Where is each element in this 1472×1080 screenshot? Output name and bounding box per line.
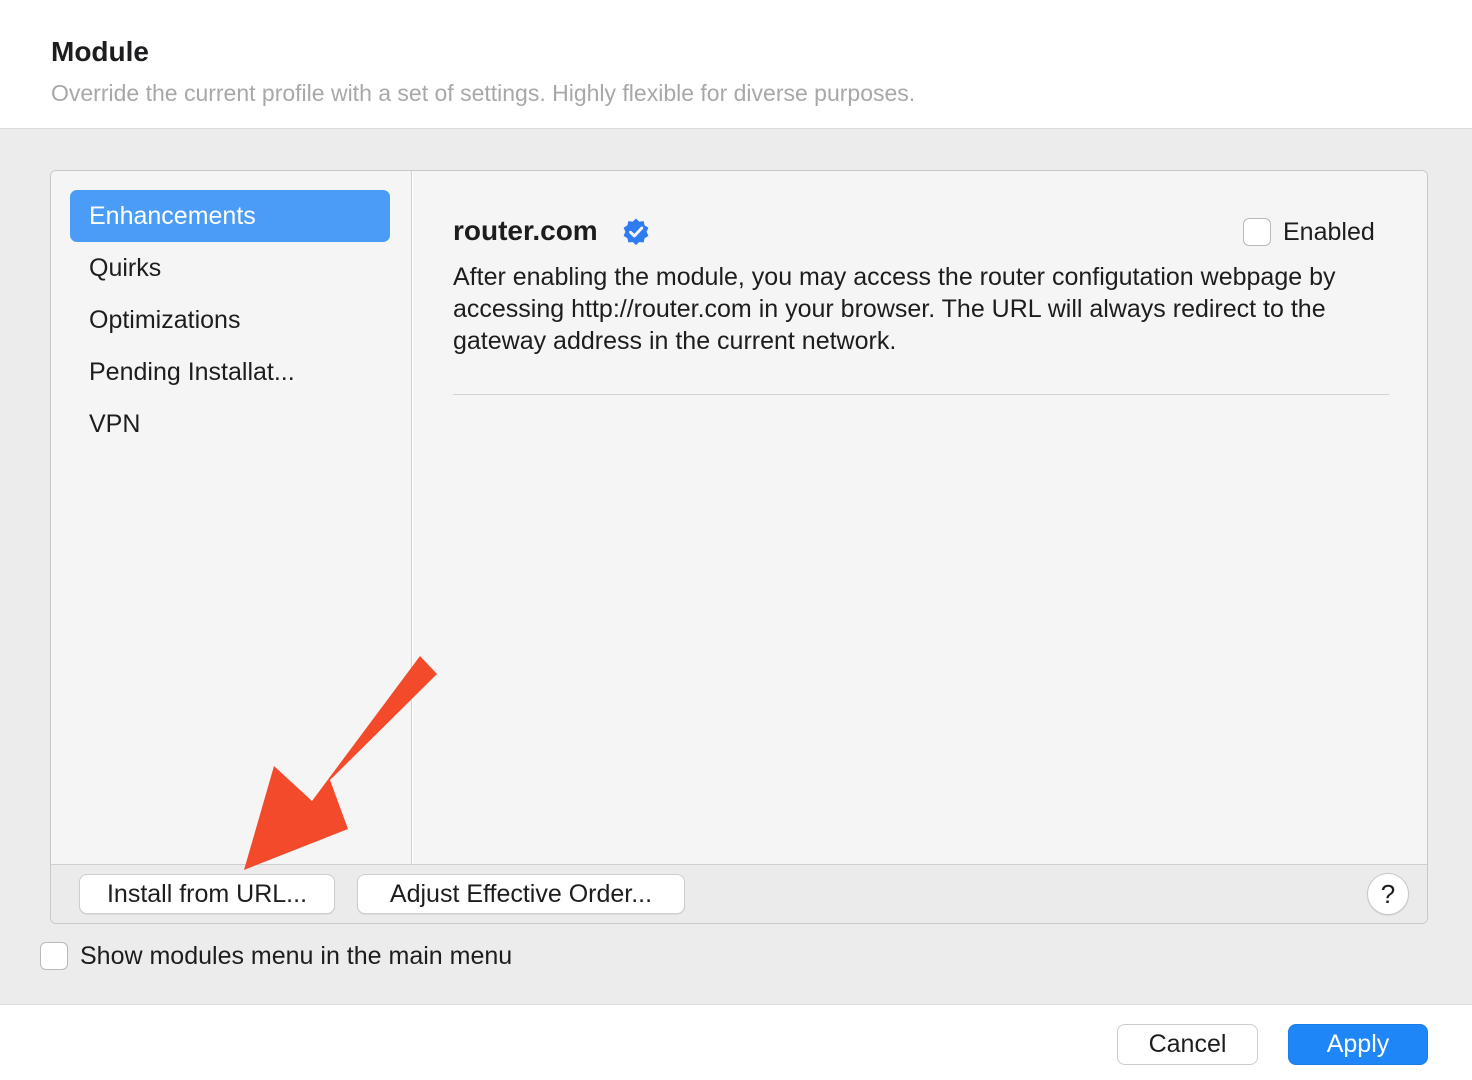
sidebar-item-enhancements[interactable]: Enhancements — [70, 190, 390, 242]
show-modules-menu-option[interactable]: Show modules menu in the main menu — [40, 940, 512, 972]
cancel-button[interactable]: Cancel — [1117, 1024, 1258, 1065]
module-category-sidebar: Enhancements Quirks Optimizations Pendin… — [51, 171, 412, 864]
enabled-label: Enabled — [1283, 217, 1375, 246]
module-detail: router.com Enabled After enabling the mo… — [413, 171, 1427, 864]
help-button[interactable]: ? — [1367, 873, 1409, 915]
modules-panel: Enhancements Quirks Optimizations Pendin… — [50, 170, 1428, 924]
enabled-checkbox[interactable] — [1243, 218, 1271, 246]
apply-button[interactable]: Apply — [1288, 1024, 1428, 1065]
install-from-url-button[interactable]: Install from URL... — [79, 874, 335, 914]
show-modules-menu-label: Show modules menu in the main menu — [80, 941, 513, 970]
module-name: router.com — [453, 215, 598, 246]
enabled-toggle[interactable]: Enabled — [1243, 215, 1375, 249]
sidebar-item-pending-installation[interactable]: Pending Installat... — [70, 346, 390, 398]
dialog-header: Module Override the current profile with… — [0, 0, 1472, 129]
sidebar-item-vpn[interactable]: VPN — [70, 398, 390, 450]
show-modules-menu-checkbox[interactable] — [40, 942, 68, 970]
sidebar-item-quirks[interactable]: Quirks — [70, 242, 390, 294]
dialog-footer: Cancel Apply — [0, 1004, 1472, 1080]
dialog-subtitle: Override the current profile with a set … — [51, 80, 916, 106]
sidebar-item-optimizations[interactable]: Optimizations — [70, 294, 390, 346]
detail-divider — [453, 394, 1389, 395]
module-description: After enabling the module, you may acces… — [453, 263, 1336, 355]
panel-toolbar: Install from URL... Adjust Effective Ord… — [51, 864, 1427, 923]
adjust-effective-order-button[interactable]: Adjust Effective Order... — [357, 874, 685, 914]
verified-badge-icon — [623, 218, 649, 246]
dialog-title: Module — [51, 36, 149, 67]
